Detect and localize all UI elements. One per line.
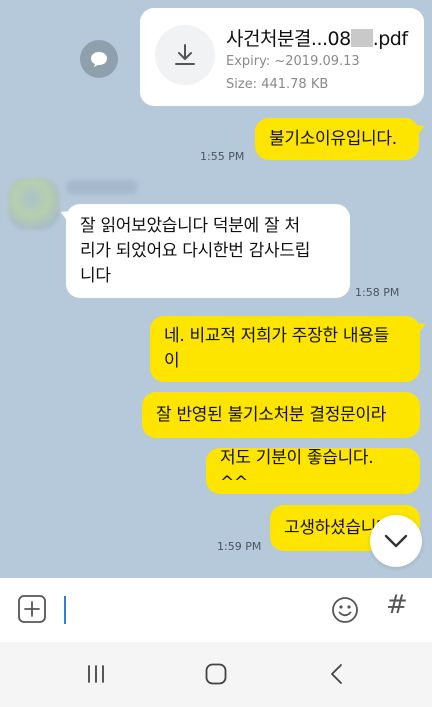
emoji-button[interactable] xyxy=(330,595,360,625)
bubble-tail xyxy=(410,120,428,138)
message-text: 잘 반영된 불기소처분 결정문이라 xyxy=(156,404,387,425)
bubble-tail xyxy=(57,206,75,224)
message-input[interactable] xyxy=(70,592,310,626)
scroll-to-bottom-button[interactable] xyxy=(370,515,422,567)
message-input-bar: # xyxy=(0,578,432,642)
back-button[interactable] xyxy=(314,656,358,692)
home-icon xyxy=(205,663,227,685)
file-name-redaction xyxy=(350,29,373,47)
share-button[interactable] xyxy=(80,40,118,78)
system-navigation-bar xyxy=(0,642,432,707)
home-button[interactable] xyxy=(194,656,238,692)
download-button[interactable] xyxy=(155,25,215,85)
text-cursor xyxy=(64,596,66,624)
my-message-bubble[interactable]: 저도 기분이 좋습니다. ^^ xyxy=(206,448,420,494)
chevron-down-icon xyxy=(384,534,408,548)
chat-area[interactable]: 사건처분결...08 .pdf Expiry: ~2019.09.13 Size:… xyxy=(0,0,432,578)
file-message-card[interactable]: 사건처분결...08 .pdf Expiry: ~2019.09.13 Size:… xyxy=(140,8,424,106)
file-size: Size: 441.78 KB xyxy=(226,77,329,92)
recent-apps-button[interactable] xyxy=(74,656,118,692)
file-name: 사건처분결...08 .pdf xyxy=(226,24,408,51)
message-time: 1:58 PM xyxy=(355,286,400,299)
message-time: 1:59 PM xyxy=(217,540,262,553)
other-message-bubble[interactable]: 잘 읽어보았습니다 덕분에 잘 처 리가 되었어요 다시한번 감사드립 니다 xyxy=(57,204,350,298)
message-text: 불기소이유입니다. xyxy=(269,128,397,149)
bubble-tail xyxy=(411,318,429,336)
message-time: 1:55 PM xyxy=(200,150,245,163)
plus-square-icon xyxy=(18,595,46,623)
share-icon xyxy=(91,52,107,67)
my-message-bubble[interactable]: 잘 반영된 불기소처분 결정문이라 xyxy=(142,392,420,438)
file-name-start: 사건처분결...08 xyxy=(226,28,351,50)
download-icon xyxy=(175,44,195,65)
hash-search-button[interactable]: # xyxy=(386,590,408,620)
file-name-extension: .pdf xyxy=(372,28,408,50)
sender-name-redacted xyxy=(66,180,138,194)
back-icon xyxy=(331,664,342,684)
message-text: 저도 기분이 좋습니다. ^^ xyxy=(220,448,374,493)
message-text: 잘 읽어보았습니다 덕분에 잘 처 리가 되었어요 다시한번 감사드립 니다 xyxy=(80,215,311,286)
emoji-icon xyxy=(332,597,358,623)
file-expiry: Expiry: ~2019.09.13 xyxy=(226,54,360,69)
message-text: 네. 비교적 저희가 주장한 내용들 이 xyxy=(164,326,389,371)
avatar[interactable] xyxy=(8,178,60,230)
my-message-bubble[interactable]: 불기소이유입니다. xyxy=(255,118,428,160)
attach-button[interactable] xyxy=(17,594,47,624)
my-message-bubble[interactable]: 네. 비교적 저희가 주장한 내용들 이 xyxy=(150,316,429,382)
recent-apps-icon xyxy=(88,665,104,683)
